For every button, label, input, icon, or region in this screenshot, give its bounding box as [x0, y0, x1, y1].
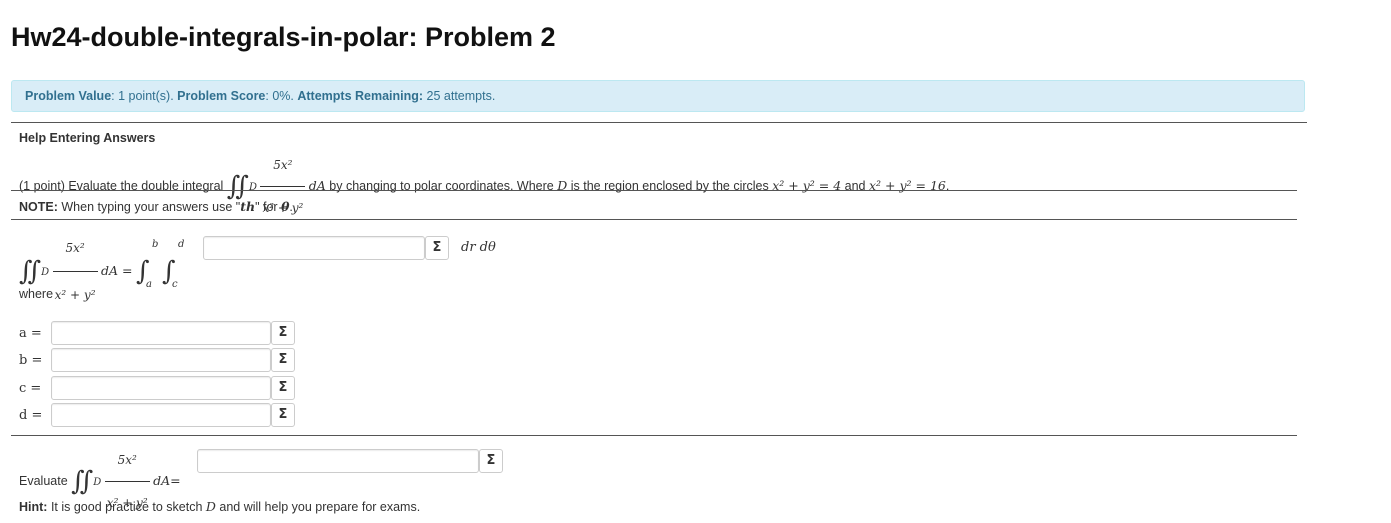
help-entering-answers-link[interactable]: Help Entering Answers	[19, 131, 155, 145]
limit-b-label: b =	[19, 353, 43, 368]
main-region-subscript: D	[41, 266, 50, 278]
note-line: NOTE: When typing your answers use "th" …	[19, 199, 293, 214]
attempts-remaining-text: 25 attempts.	[423, 89, 496, 103]
main-integrand-fraction: 5x² x² + y²	[52, 226, 98, 317]
evaluate-region-subscript: D	[93, 476, 102, 488]
equation-editor-icon[interactable]: Σ	[271, 321, 295, 345]
main-integral-expression: ∬D 5x² x² + y² dA = ∫ b a ∫ d c	[19, 226, 188, 302]
main-double-integral-sign: ∬	[19, 256, 42, 287]
problem-value-label: Problem Value	[25, 89, 112, 103]
page-title: Hw24-double-integrals-in-polar: Problem …	[11, 22, 556, 52]
divider-top	[11, 122, 1307, 123]
limit-d-input[interactable]	[51, 403, 271, 427]
outer-integral: ∫ b a	[136, 239, 162, 294]
evaluate-answer-input[interactable]	[197, 449, 479, 473]
evaluate-label: Evaluate	[19, 473, 68, 488]
attempts-remaining-label: Attempts Remaining:	[297, 89, 424, 103]
hint-text-2: and will help you prepare for exams.	[215, 500, 421, 514]
region-subscript: D	[248, 181, 257, 193]
divider-evaluate	[11, 435, 1297, 436]
dr-dtheta-suffix: dr dθ	[461, 240, 496, 255]
problem-score-text: : 0%.	[265, 89, 298, 103]
note-code: th	[240, 199, 256, 214]
integrand-numerator: 5x²	[273, 158, 293, 172]
limit-c-input[interactable]	[51, 376, 271, 400]
main-integrand-numerator: 5x²	[65, 241, 85, 255]
evaluate-double-integral-sign: ∬	[71, 466, 94, 497]
evaluate-integrand-numerator: 5x²	[117, 453, 137, 467]
limit-d-label: d =	[19, 408, 43, 423]
problem-score-label: Problem Score	[177, 89, 266, 103]
evaluate-expression: Evaluate ∬D 5x² x² + y² dA=	[19, 440, 181, 510]
note-text-2: " for	[255, 200, 282, 214]
limit-a-input[interactable]	[51, 321, 271, 345]
problem-status-banner: Problem Value: 1 point(s). Problem Score…	[11, 80, 1305, 112]
limit-a-label: a =	[19, 326, 42, 341]
limit-c-label: c =	[19, 381, 42, 396]
integrand-answer-input[interactable]	[203, 236, 425, 260]
note-label: NOTE:	[19, 200, 58, 214]
hint-line: Hint: It is good practice to sketch D an…	[19, 499, 420, 514]
where-label: where	[19, 287, 54, 301]
note-text: When typing your answers use "	[57, 200, 241, 214]
note-end: .	[289, 200, 293, 214]
divider-note-top	[11, 190, 1297, 191]
inner-lower-limit: c	[171, 278, 178, 290]
inner-integral: ∫ d c	[162, 239, 188, 294]
inner-upper-limit: d	[177, 238, 185, 250]
evaluate-dA: dA=	[153, 472, 181, 488]
main-integrand-denominator: x² + y²	[52, 271, 98, 317]
double-integral-sign: ∬	[226, 171, 249, 202]
equation-editor-icon[interactable]: Σ	[271, 376, 295, 400]
main-dA-equals: dA =	[101, 262, 133, 278]
integrand-fraction: 5x² x² + y²	[260, 145, 306, 228]
limit-b-input[interactable]	[51, 348, 271, 372]
outer-upper-limit: b	[151, 238, 159, 250]
problem-statement: (1 point) Evaluate the double integral ∬…	[19, 145, 949, 215]
hint-label: Hint:	[19, 500, 48, 514]
problem-value-text: : 1 point(s).	[111, 89, 178, 103]
equation-editor-icon[interactable]: Σ	[271, 348, 295, 372]
equation-editor-icon[interactable]: Σ	[425, 236, 449, 260]
divider-note-bottom	[11, 219, 1297, 220]
equation-editor-icon[interactable]: Σ	[271, 403, 295, 427]
hint-variable: D	[205, 499, 216, 514]
hint-text-1: It is good practice to sketch	[47, 500, 206, 514]
outer-lower-limit: a	[145, 278, 152, 290]
equation-editor-icon[interactable]: Σ	[479, 449, 503, 473]
